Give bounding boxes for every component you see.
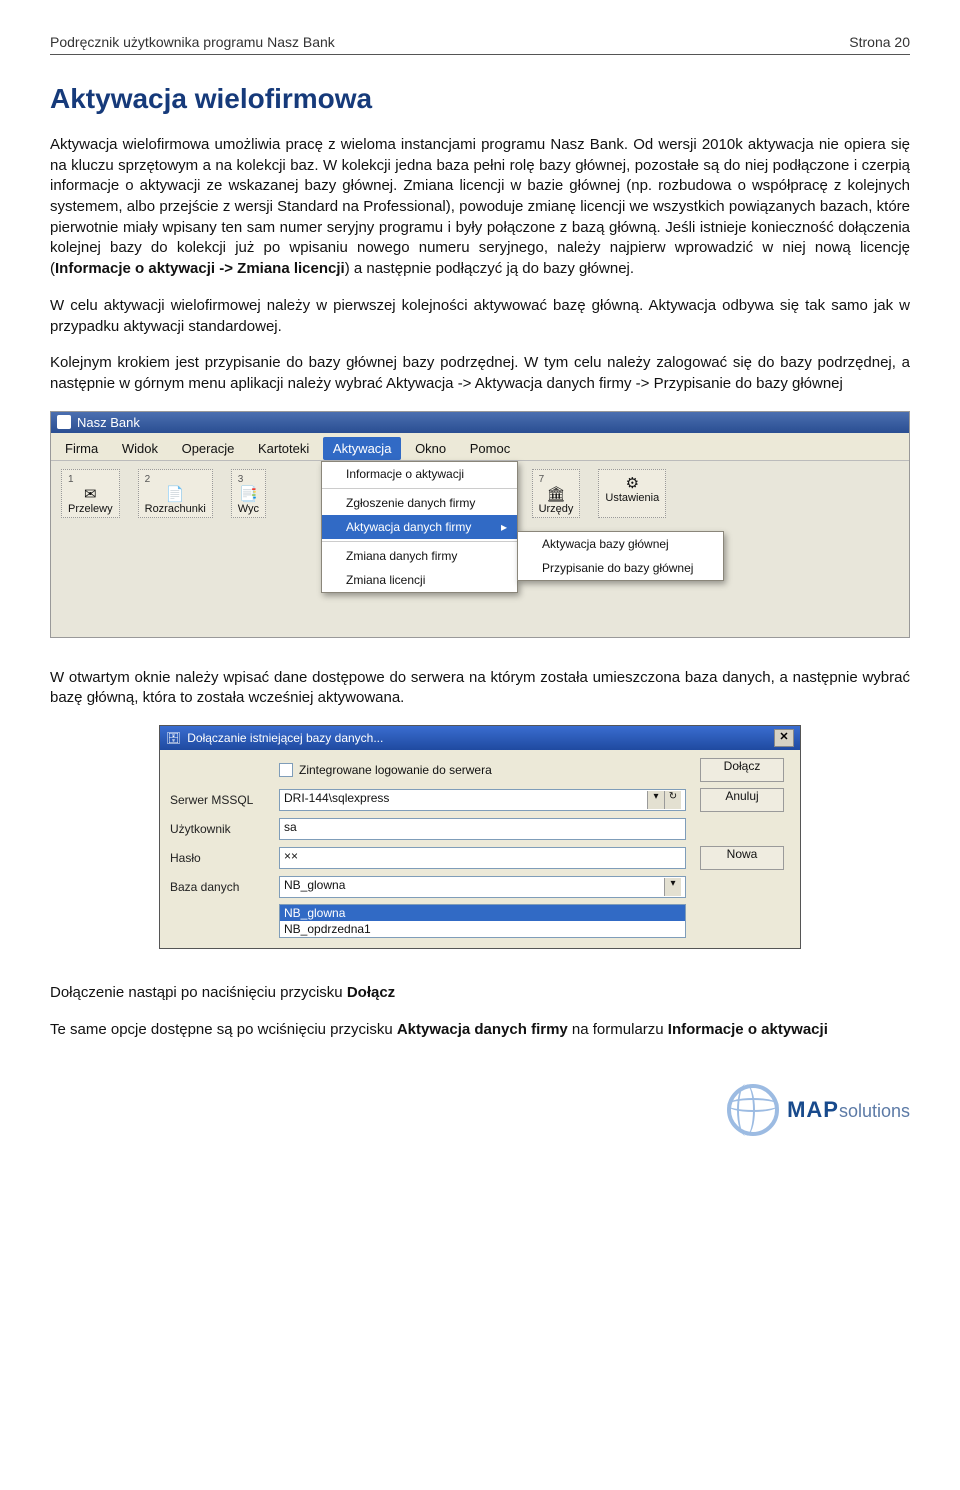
menu-kartoteki[interactable]: Kartoteki [248, 437, 319, 460]
menubar: Firma Widok Operacje Kartoteki Aktywacja… [51, 433, 909, 461]
menu-item-informacje[interactable]: Informacje o aktywacji [322, 462, 517, 486]
connect-db-dialog: 🗄 Dołączanie istniejącej bazy danych... ✕… [159, 725, 801, 949]
header-left: Podręcznik użytkownika programu Nasz Ban… [50, 34, 335, 50]
submenu-przypisanie[interactable]: Przypisanie do bazy głównej [518, 556, 723, 580]
label-baza: Baza danych [170, 880, 265, 894]
toolbar-area: 1✉Przelewy 2📄Rozrachunki 3📑Wyc 6👥wnicy 7… [51, 461, 909, 637]
dolacz-button[interactable]: Dołącz [700, 758, 784, 782]
chevron-right-icon: ▸ [501, 520, 507, 534]
aktywacja-dropdown: Informacje o aktywacji Zgłoszenie danych… [321, 461, 518, 593]
nowa-button[interactable]: Nowa [700, 846, 784, 870]
db-option-podrzedna[interactable]: NB_opdrzedna1 [280, 921, 685, 937]
baza-dropdown-list: NB_glowna NB_opdrzedna1 [279, 904, 686, 938]
refresh-icon[interactable]: ↻ [664, 791, 681, 809]
aktywacja-submenu: Aktywacja bazy głównej Przypisanie do ba… [517, 531, 724, 581]
menu-item-zgloszenie[interactable]: Zgłoszenie danych firmy [322, 491, 517, 515]
baza-input[interactable]: NB_glowna▾ [279, 876, 686, 898]
db-icon: 🗄 [166, 731, 181, 745]
gear-icon: ⚙ [626, 475, 639, 492]
paragraph-2: W celu aktywacji wielofirmowej należy w … [50, 296, 910, 337]
globe-icon [727, 1084, 779, 1136]
mapsolutions-logo: MAPsolutions [727, 1084, 910, 1136]
menu-separator [322, 488, 517, 489]
anuluj-button[interactable]: Anuluj [700, 788, 784, 812]
toolbar-wyc[interactable]: 3📑Wyc [231, 469, 266, 518]
building-icon: 🏛 [546, 486, 565, 503]
toolbar-urzedy[interactable]: 7🏛Urzędy [532, 469, 581, 518]
close-button[interactable]: ✕ [774, 729, 794, 747]
page-footer: MAPsolutions [0, 1076, 960, 1160]
window-titlebar: Nasz Bank [51, 412, 909, 433]
menu-widok[interactable]: Widok [112, 437, 168, 460]
envelope-icon: ✉ [84, 486, 97, 503]
paragraph-5: Dołączenie nastąpi po naciśnięciu przyci… [50, 983, 910, 1004]
checkbox-icon [279, 763, 293, 777]
toolbar-ustawienia[interactable]: ⚙Ustawienia [598, 469, 666, 518]
window-title: Nasz Bank [77, 415, 140, 430]
dropdown-icon[interactable]: ▾ [664, 878, 681, 896]
menu-item-zmiana-licencji[interactable]: Zmiana licencji [322, 568, 517, 592]
document-icon: 📄 [166, 486, 185, 503]
menu-separator [322, 541, 517, 542]
dialog-titlebar: 🗄 Dołączanie istniejącej bazy danych... ✕ [160, 726, 800, 750]
label-serwer: Serwer MSSQL [170, 793, 265, 807]
db-option-glowna[interactable]: NB_glowna [280, 905, 685, 921]
label-haslo: Hasło [170, 851, 265, 865]
toolbar-rozrachunki[interactable]: 2📄Rozrachunki [138, 469, 213, 518]
menu-firma[interactable]: Firma [55, 437, 108, 460]
dropdown-icon[interactable]: ▾ [647, 791, 664, 809]
dialog-title: Dołączanie istniejącej bazy danych... [187, 731, 383, 745]
menu-item-aktywacja-danych[interactable]: Aktywacja danych firmy▸ [322, 515, 517, 539]
toolbar-przelewy[interactable]: 1✉Przelewy [61, 469, 120, 518]
paragraph-4: W otwartym oknie należy wpisać dane dost… [50, 668, 910, 709]
serwer-input[interactable]: DRI-144\sqlexpress▾↻ [279, 789, 686, 811]
menu-operacje[interactable]: Operacje [172, 437, 245, 460]
menu-pomoc[interactable]: Pomoc [460, 437, 520, 460]
menu-item-zmiana-danych[interactable]: Zmiana danych firmy [322, 544, 517, 568]
paragraph-3: Kolejnym krokiem jest przypisanie do baz… [50, 353, 910, 394]
sheet-icon: 📑 [239, 486, 258, 503]
paragraph-1: Aktywacja wielofirmowa umożliwia pracę z… [50, 135, 910, 280]
submenu-aktywacja-bazy[interactable]: Aktywacja bazy głównej [518, 532, 723, 556]
menu-okno[interactable]: Okno [405, 437, 456, 460]
paragraph-6: Te same opcje dostępne są po wciśnięciu … [50, 1020, 910, 1041]
menu-aktywacja[interactable]: Aktywacja [323, 437, 402, 460]
app-icon [57, 415, 71, 429]
label-uzytkownik: Użytkownik [170, 822, 265, 836]
page-title: Aktywacja wielofirmowa [50, 83, 910, 115]
integrated-login-checkbox[interactable]: Zintegrowane logowanie do serwera [279, 763, 686, 777]
header-right: Strona 20 [849, 34, 910, 50]
app-menu-screenshot: Nasz Bank Firma Widok Operacje Kartoteki… [50, 411, 910, 638]
page-header: Podręcznik użytkownika programu Nasz Ban… [50, 34, 910, 55]
haslo-input[interactable]: ×× [279, 847, 686, 869]
uzytkownik-input[interactable]: sa [279, 818, 686, 840]
